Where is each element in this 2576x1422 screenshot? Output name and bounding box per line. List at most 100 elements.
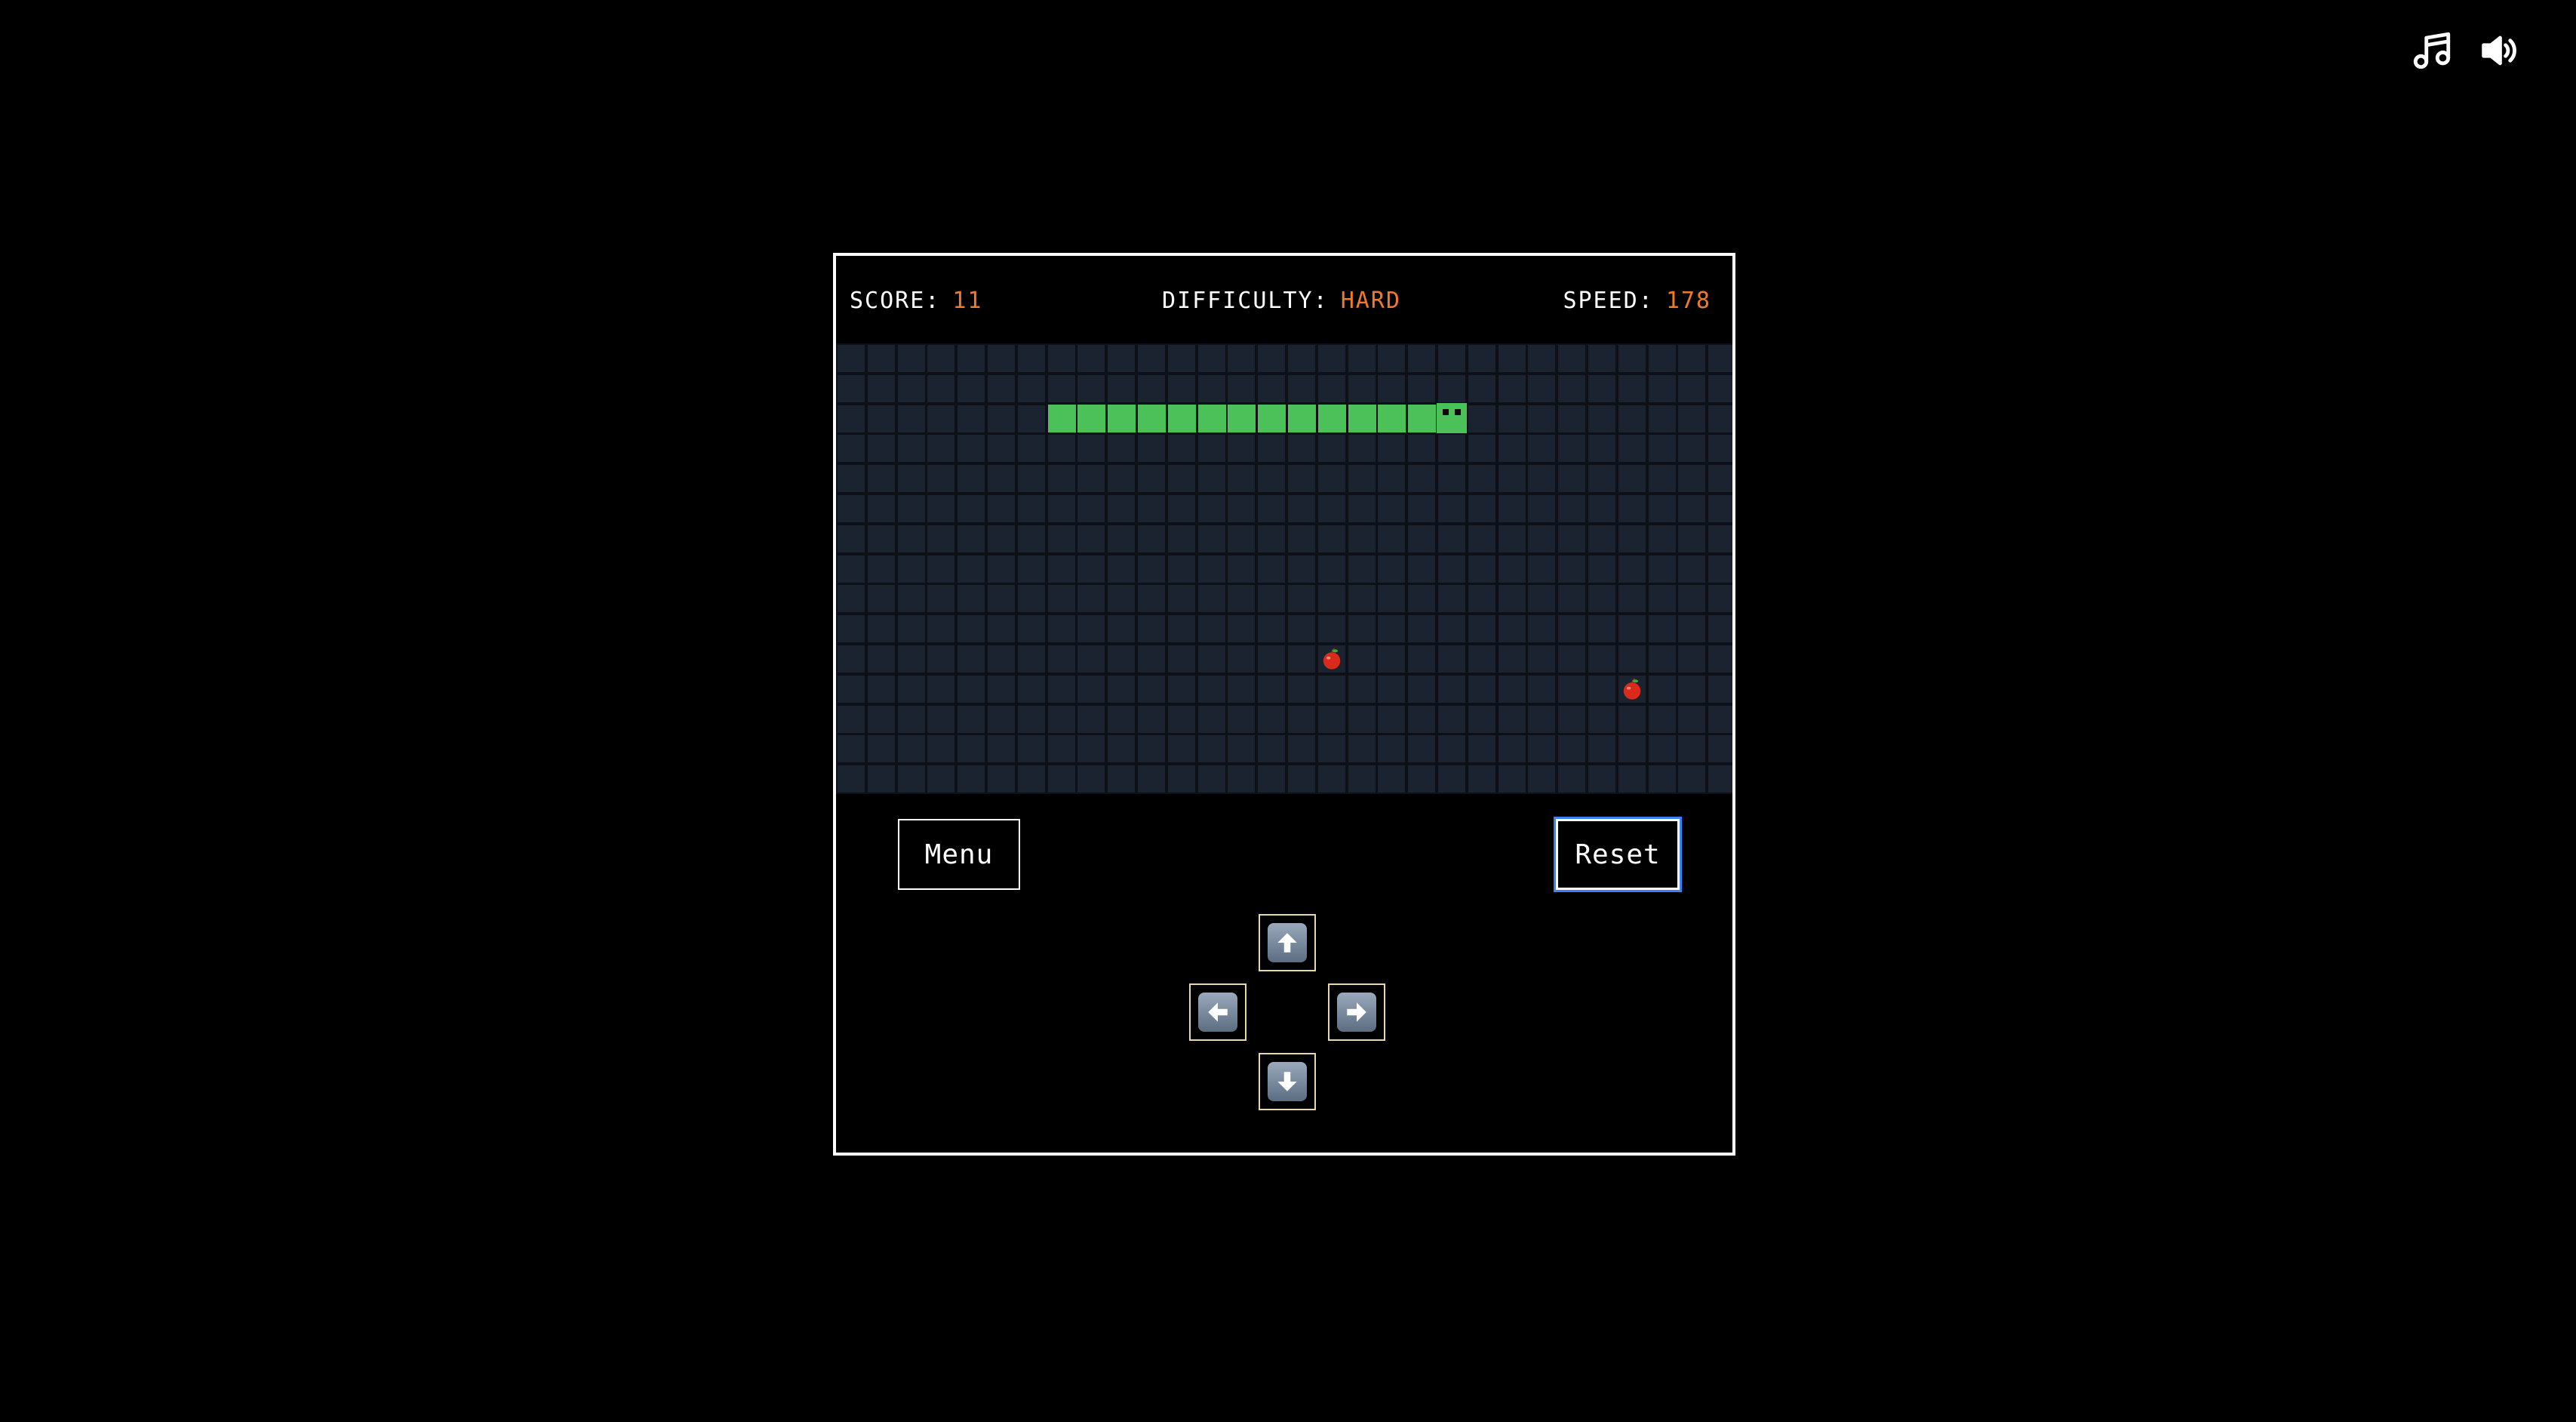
- board-cell: [958, 615, 985, 643]
- board-cell: [1378, 675, 1406, 703]
- difficulty-value: HARD: [1340, 288, 1401, 314]
- board-cell: [1288, 765, 1315, 793]
- board-cell: [1348, 495, 1376, 522]
- menu-button[interactable]: Menu: [898, 819, 1020, 890]
- board-cell: [1528, 765, 1556, 793]
- board-cell: [1288, 585, 1315, 613]
- board-cell: [1678, 374, 1706, 402]
- board-cell: [1288, 465, 1315, 493]
- dpad-down-button[interactable]: [1259, 1053, 1316, 1110]
- board-cell: [1317, 705, 1345, 733]
- board-cell: [1228, 435, 1256, 463]
- board-cell: [1498, 735, 1526, 763]
- board-cell: [927, 585, 955, 613]
- board-cell: [1558, 495, 1586, 522]
- speed-display: SPEED: 178: [1563, 288, 1711, 314]
- board-cell: [897, 525, 925, 552]
- board-cell: [1228, 495, 1256, 522]
- board-cell: [897, 495, 925, 522]
- board-cell: [897, 675, 925, 703]
- board-cell: [1678, 615, 1706, 643]
- board-cell: [1558, 465, 1586, 493]
- board-cell: [927, 765, 955, 793]
- game-board[interactable]: [836, 343, 1732, 794]
- board-cell: [867, 525, 895, 552]
- board-cell: [1138, 435, 1165, 463]
- board-cell: [1678, 585, 1706, 613]
- board-cell: [1138, 675, 1165, 703]
- board-cell: [1708, 705, 1732, 733]
- board-cell: [1108, 765, 1136, 793]
- board-cell: [958, 405, 985, 432]
- board-cell: [897, 765, 925, 793]
- dpad-left-button[interactable]: [1189, 983, 1247, 1041]
- board-cell: [1648, 765, 1676, 793]
- board-cell: [897, 465, 925, 493]
- board-cell: [867, 374, 895, 402]
- speaker-volume-icon[interactable]: [2476, 29, 2520, 72]
- board-cell: [927, 465, 955, 493]
- board-cell: [1167, 585, 1195, 613]
- board-cell: [1468, 374, 1495, 402]
- board-cell: [1708, 645, 1732, 673]
- board-cell: [1317, 465, 1345, 493]
- board-cell: [1648, 585, 1676, 613]
- board-cell: [1138, 645, 1165, 673]
- board-cell: [1618, 405, 1646, 432]
- board-cell: [958, 645, 985, 673]
- board-cell: [1017, 615, 1045, 643]
- board-cell: [838, 374, 865, 402]
- board-cell: [1588, 765, 1615, 793]
- board-cell: [1108, 495, 1136, 522]
- board-cell: [1438, 465, 1465, 493]
- board-cell: [1317, 525, 1345, 552]
- board-cell: [1228, 645, 1256, 673]
- board-cell: [838, 735, 865, 763]
- snake-body-segment: [1317, 404, 1346, 432]
- board-cell: [1678, 555, 1706, 583]
- board-cell: [1258, 585, 1286, 613]
- music-note-icon[interactable]: [2410, 29, 2454, 72]
- dpad-up-button[interactable]: [1259, 914, 1316, 971]
- board-cell: [1648, 615, 1676, 643]
- board-cell: [1498, 525, 1526, 552]
- board-cell: [1438, 525, 1465, 552]
- board-cell: [1138, 345, 1165, 372]
- dpad-right-button[interactable]: [1328, 983, 1385, 1041]
- board-cell: [1288, 525, 1315, 552]
- board-cell: [838, 675, 865, 703]
- board-cell: [1498, 405, 1526, 432]
- board-cell: [1047, 675, 1075, 703]
- board-cell: [897, 374, 925, 402]
- board-cell: [1047, 525, 1075, 552]
- board-cell: [1588, 374, 1615, 402]
- hud-bar: SCORE: 11 DIFFICULTY: HARD SPEED: 178: [836, 256, 1732, 343]
- board-cell: [1047, 765, 1075, 793]
- board-cell: [1047, 435, 1075, 463]
- board-cell: [867, 675, 895, 703]
- board-cell: [958, 735, 985, 763]
- snake-body-segment: [1378, 404, 1406, 432]
- board-cell: [1077, 645, 1105, 673]
- board-cell: [1498, 374, 1526, 402]
- board-cell: [1047, 615, 1075, 643]
- board-cell: [1348, 675, 1376, 703]
- snake-body-segment: [1138, 404, 1166, 432]
- board-cell: [867, 345, 895, 372]
- board-cell: [1588, 405, 1615, 432]
- board-cell: [1648, 435, 1676, 463]
- board-cell: [1498, 615, 1526, 643]
- board-cell: [838, 615, 865, 643]
- board-cell: [1138, 705, 1165, 733]
- board-cell: [988, 705, 1015, 733]
- board-cell: [1468, 705, 1495, 733]
- board-cell: [1558, 735, 1586, 763]
- board-cell: [1108, 525, 1136, 552]
- board-cell: [1708, 555, 1732, 583]
- board-cell: [1108, 345, 1136, 372]
- arrow-left-icon: [1198, 993, 1237, 1032]
- board-cell: [1468, 435, 1495, 463]
- board-cell: [1438, 615, 1465, 643]
- board-cell: [1017, 645, 1045, 673]
- reset-button[interactable]: Reset: [1554, 817, 1682, 892]
